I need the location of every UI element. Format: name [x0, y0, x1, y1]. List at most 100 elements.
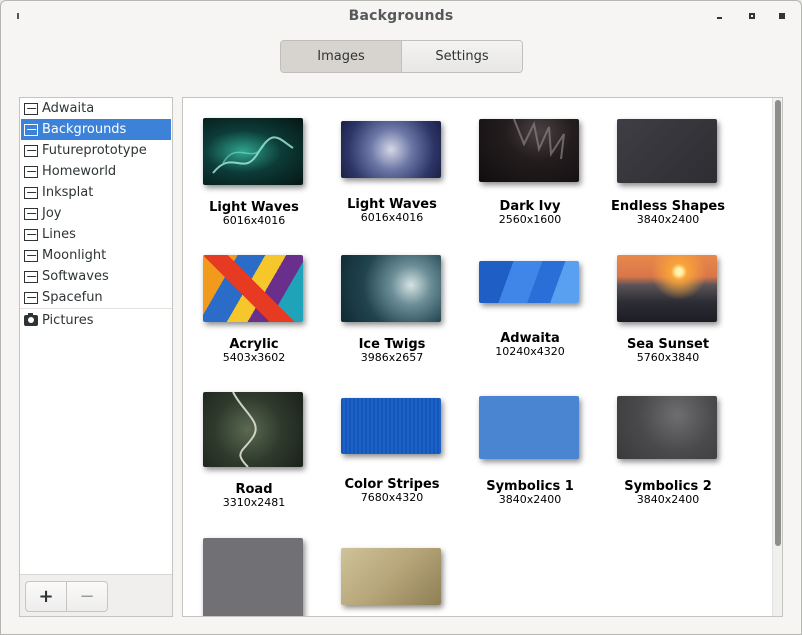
- wallpaper-thumbnail: [617, 119, 717, 183]
- grid-scrollbar[interactable]: [772, 98, 782, 616]
- add-folder-button[interactable]: +: [25, 581, 67, 612]
- close-icon[interactable]: [777, 11, 787, 21]
- wallpaper-thumbnail: [203, 118, 303, 185]
- image-folder-icon: [24, 165, 38, 178]
- wallpaper-color-stripes[interactable]: Color Stripes 7680x4320: [323, 372, 461, 512]
- image-folder-icon: [24, 102, 38, 115]
- maximize-icon[interactable]: [747, 11, 757, 21]
- wallpaper-thumbnail: [341, 548, 441, 605]
- image-folder-icon: [24, 270, 38, 283]
- image-folder-icon: [24, 291, 38, 304]
- image-folder-icon: [24, 144, 38, 157]
- wallpaper-size: 3986x2657: [360, 351, 424, 364]
- camera-icon: [24, 313, 38, 326]
- wallpaper-size: 5760x3840: [636, 351, 700, 364]
- wallpaper-name: Ice Twigs: [358, 337, 426, 352]
- sidebar-item-label: Lines: [42, 227, 76, 242]
- sidebar-item-label: Spacefun: [42, 290, 103, 305]
- sidebar-item-pictures[interactable]: Pictures: [21, 310, 171, 331]
- wallpaper-thumbnail: [203, 255, 303, 322]
- wallpaper-size: 2560x1600: [498, 213, 562, 226]
- window-title: Backgrounds: [348, 8, 454, 24]
- wallpaper-name: Color Stripes: [344, 477, 440, 492]
- minimize-icon[interactable]: [715, 11, 725, 21]
- sidebar-item-label: Moonlight: [42, 248, 107, 263]
- wallpaper-name: Symbolics 2: [624, 479, 712, 494]
- wallpaper-size: 7680x4320: [360, 491, 424, 504]
- wallpaper-thumbnail: [203, 392, 303, 467]
- view-switcher: Images Settings: [280, 40, 523, 73]
- wallpaper-light-waves-1[interactable]: Light Waves 6016x4016: [185, 98, 323, 228]
- wallpaper-name: Road: [235, 482, 273, 497]
- tab-images[interactable]: Images: [281, 41, 402, 72]
- sidebar-item-joy[interactable]: Joy: [21, 203, 171, 224]
- wallpaper-size: 3310x2481: [222, 496, 286, 509]
- sidebar-item-lines[interactable]: Lines: [21, 224, 171, 245]
- wallpaper-name: Dark Ivy: [499, 199, 561, 214]
- sidebar-item-moonlight[interactable]: Moonlight: [21, 245, 171, 266]
- wallpaper-thumbnail: [341, 255, 441, 322]
- wallpaper-paper[interactable]: [323, 518, 461, 616]
- wallpaper-adwaita[interactable]: Adwaita 10240x4320: [461, 235, 599, 365]
- sidebar-item-label: Adwaita: [42, 101, 95, 116]
- sidebar-item-homeworld[interactable]: Homeworld: [21, 161, 171, 182]
- wallpaper-size: 6016x4016: [360, 211, 424, 224]
- wallpaper-thumbnail: [479, 119, 579, 182]
- wallpaper-acrylic[interactable]: Acrylic 5403x3602: [185, 235, 323, 365]
- sidebar-item-label: Homeworld: [42, 164, 117, 179]
- sidebar-divider: [20, 308, 172, 309]
- wallpaper-endless-shapes[interactable]: Endless Shapes 3840x2400: [599, 98, 737, 228]
- wallpaper-size: 10240x4320: [495, 345, 565, 358]
- wallpaper-name: Adwaita: [500, 331, 560, 346]
- wallpaper-size: 3840x2400: [498, 493, 562, 506]
- wallpaper-name: Light Waves: [347, 197, 437, 212]
- sidebar-item-adwaita[interactable]: Adwaita: [21, 98, 171, 119]
- wallpaper-size: 6016x4016: [222, 214, 286, 227]
- image-folder-icon: [24, 186, 38, 199]
- wallpaper-sea-sunset[interactable]: Sea Sunset 5760x3840: [599, 235, 737, 365]
- wallpaper-road[interactable]: Road 3310x2481: [185, 372, 323, 512]
- wallpaper-thumbnail: [479, 261, 579, 303]
- image-folder-icon: [24, 228, 38, 241]
- wallpaper-name: Sea Sunset: [626, 337, 710, 352]
- sidebar-item-label: Futureprototype: [42, 143, 147, 158]
- wallpaper-name: Endless Shapes: [611, 199, 725, 214]
- wallpaper-symbolics-1[interactable]: Symbolics 1 3840x2400: [461, 372, 599, 512]
- wallpaper-size: 3840x2400: [636, 493, 700, 506]
- wallpaper-grid: Light Waves 6016x4016 Light Waves 6016x4…: [182, 97, 783, 617]
- wallpaper-size: 3840x2400: [636, 213, 700, 226]
- remove-folder-button[interactable]: −: [66, 581, 108, 612]
- sidebar-toolbar: + −: [20, 574, 172, 616]
- wallpaper-grey[interactable]: [185, 518, 323, 616]
- wallpaper-size: 5403x3602: [222, 351, 286, 364]
- wallpaper-thumbnail: [203, 538, 303, 616]
- image-folder-icon: [24, 249, 38, 262]
- sidebar-item-futureprototype[interactable]: Futureprototype: [21, 140, 171, 161]
- wallpaper-dark-ivy[interactable]: Dark Ivy 2560x1600: [461, 98, 599, 228]
- sidebar-item-label: Backgrounds: [42, 122, 127, 137]
- wallpaper-symbolics-2[interactable]: Symbolics 2 3840x2400: [599, 372, 737, 512]
- sidebar-item-label: Joy: [42, 206, 62, 221]
- sidebar-item-label: Pictures: [42, 313, 94, 328]
- sidebar-item-label: Softwaves: [42, 269, 109, 284]
- wallpaper-light-waves-2[interactable]: Light Waves 6016x4016: [323, 98, 461, 228]
- sidebar-item-backgrounds[interactable]: Backgrounds: [21, 119, 171, 140]
- backgrounds-window: Backgrounds Images Settings Adwaita Back…: [0, 0, 802, 635]
- wallpaper-name: Light Waves: [209, 200, 299, 215]
- title-bar[interactable]: Backgrounds: [1, 1, 801, 33]
- wallpaper-name: Symbolics 1: [486, 479, 574, 494]
- sidebar-item-spacefun[interactable]: Spacefun: [21, 287, 171, 308]
- wallpaper-thumbnail: [341, 398, 441, 454]
- wallpaper-thumbnail: [479, 396, 579, 459]
- folder-sidebar: Adwaita Backgrounds Futureprototype Home…: [19, 97, 173, 617]
- wallpaper-ice-twigs[interactable]: Ice Twigs 3986x2657: [323, 235, 461, 365]
- sidebar-item-label: Inksplat: [42, 185, 94, 200]
- wallpaper-thumbnail: [341, 121, 441, 178]
- image-folder-icon: [24, 123, 38, 136]
- sidebar-item-inksplat[interactable]: Inksplat: [21, 182, 171, 203]
- wallpaper-thumbnail: [617, 255, 717, 322]
- tab-settings[interactable]: Settings: [402, 41, 522, 72]
- wallpaper-thumbnail: [617, 396, 717, 459]
- sidebar-item-softwaves[interactable]: Softwaves: [21, 266, 171, 287]
- scrollbar-thumb[interactable]: [775, 100, 781, 546]
